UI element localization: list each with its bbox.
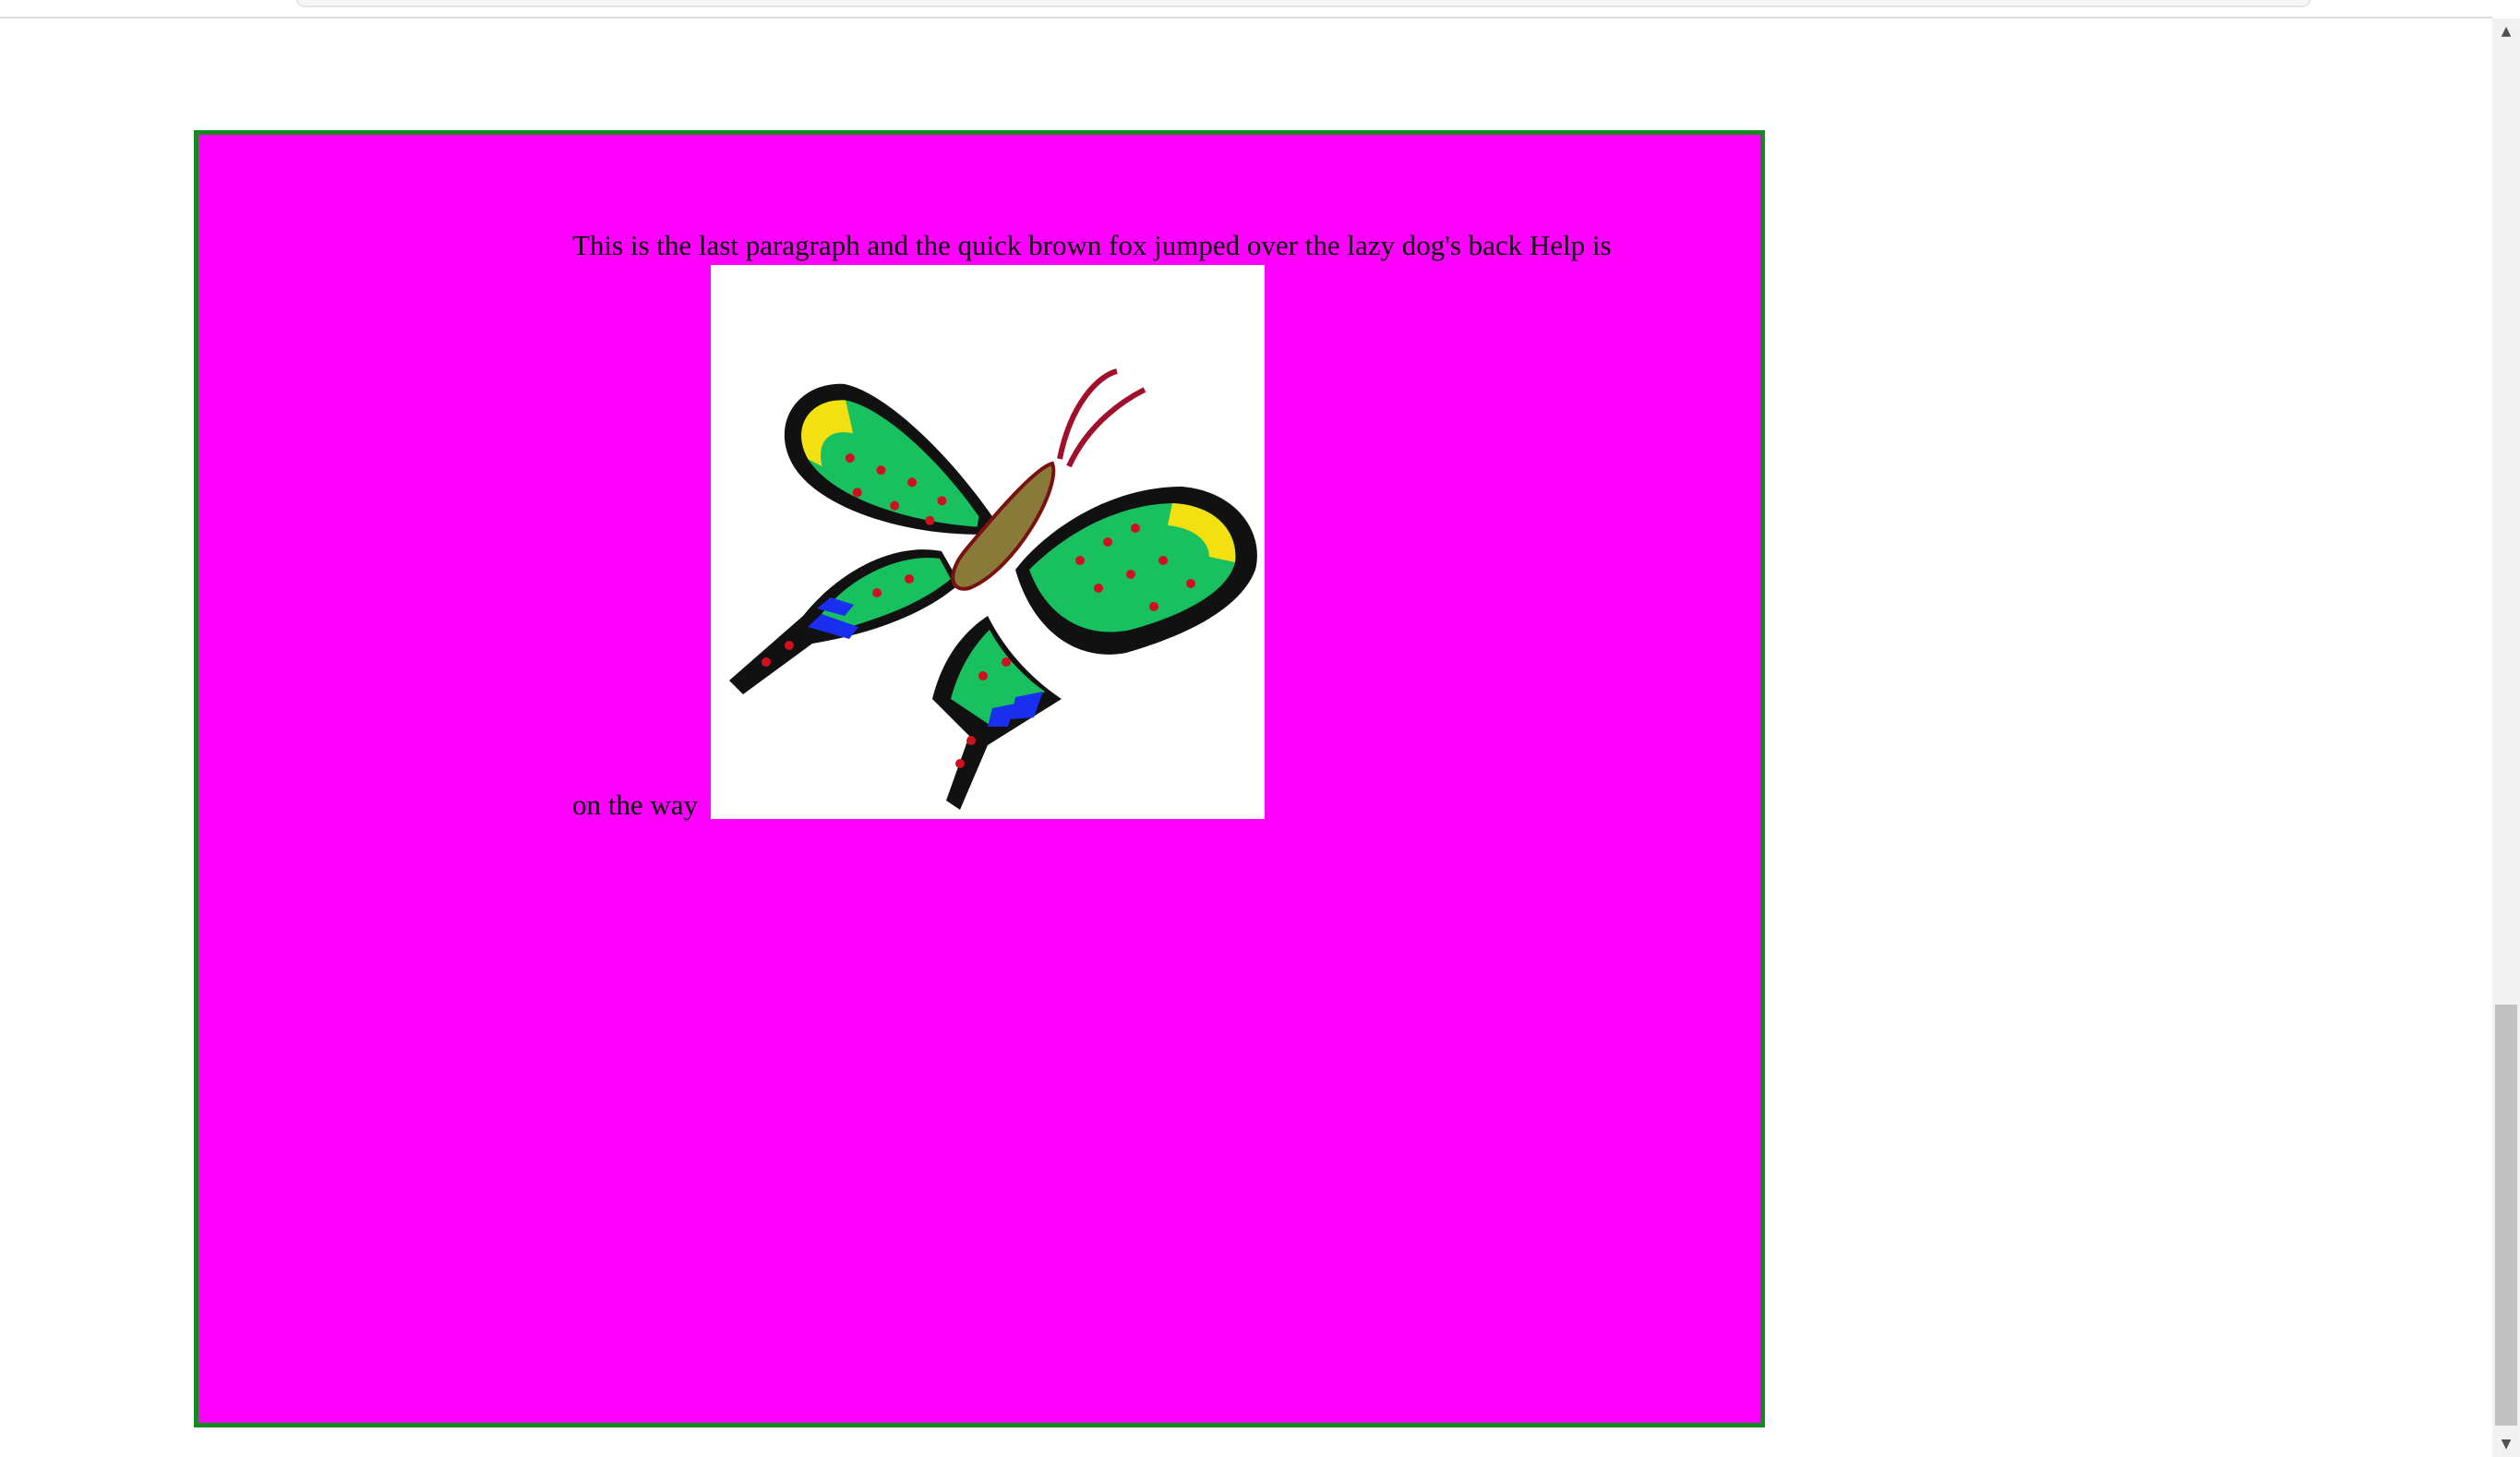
browser-viewport: This is the last paragraph and the quick… [0, 0, 2520, 1457]
butterfly-icon [711, 265, 1265, 819]
paragraph-line-1: This is the last paragraph and the quick… [572, 229, 1612, 261]
vertical-scrollbar[interactable]: ▲ ▼ [2492, 18, 2520, 1457]
magenta-content-box: This is the last paragraph and the quick… [194, 130, 1765, 1427]
address-bar-edge[interactable] [295, 0, 2311, 7]
scroll-down-icon[interactable]: ▼ [2492, 1431, 2520, 1457]
scroll-up-icon[interactable]: ▲ [2492, 18, 2520, 44]
top-toolbar-edge [0, 0, 2492, 18]
paragraph-line-2: on the way [572, 789, 699, 821]
scrollbar-thumb[interactable] [2495, 1005, 2517, 1426]
